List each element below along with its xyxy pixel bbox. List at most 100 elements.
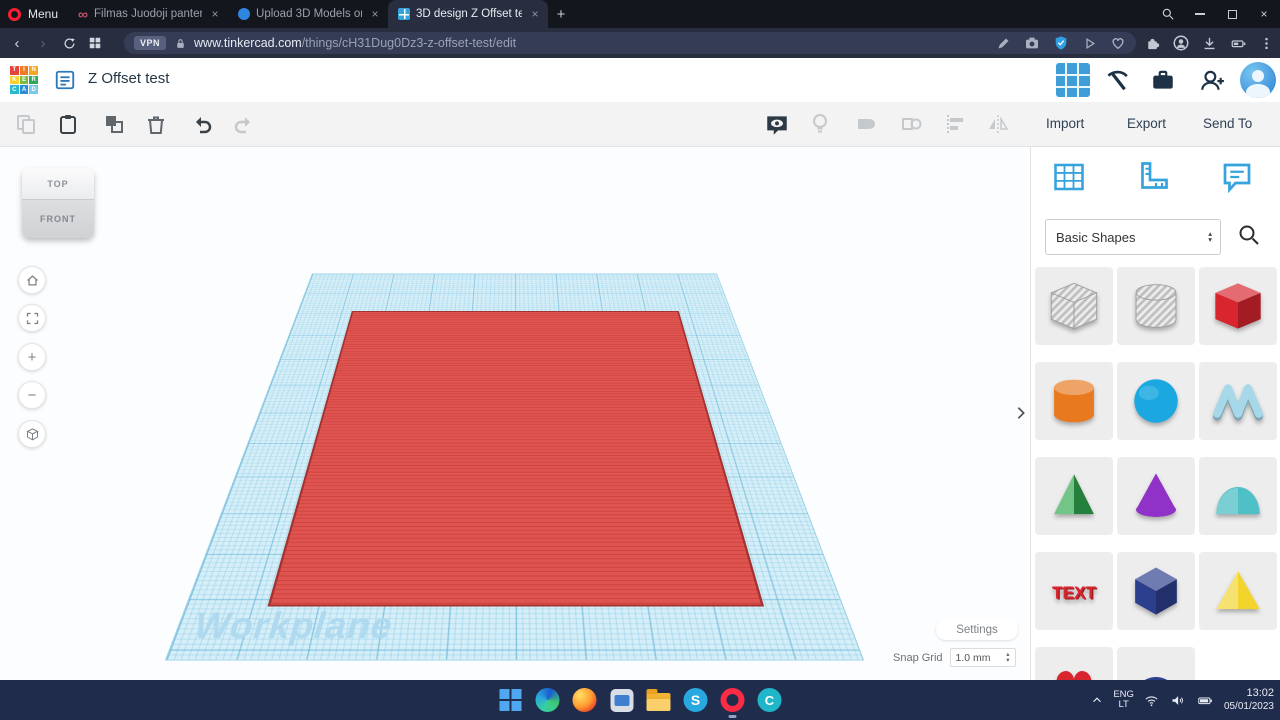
notes-tool-button[interactable] [1219, 159, 1257, 197]
tab-search-button[interactable] [1152, 0, 1184, 28]
shape-tile-sphere[interactable] [1117, 362, 1195, 440]
shape-tile-pyramid[interactable] [1035, 457, 1113, 535]
toolbox-button[interactable] [1150, 67, 1178, 93]
align-button[interactable] [943, 112, 969, 138]
design-properties-button[interactable] [54, 69, 78, 93]
redo-button[interactable] [232, 112, 258, 138]
shape-tile-wedge[interactable] [1199, 552, 1277, 630]
shape-tile-text[interactable]: TEXTTEXT [1035, 552, 1113, 630]
show-all-button[interactable] [764, 112, 790, 138]
speed-dial-button[interactable] [82, 31, 108, 55]
view-cube-front-face[interactable]: FRONT [22, 200, 94, 238]
minimize-button[interactable] [1184, 0, 1216, 28]
tab-1[interactable]: ∞ Filmas Juodoji pantera Onli × [68, 0, 228, 28]
shape-tile-box[interactable] [1199, 267, 1277, 345]
battery-icon[interactable] [1195, 693, 1215, 708]
settings-button[interactable]: Settings [936, 619, 1018, 640]
paste-button[interactable] [56, 112, 82, 138]
tinker-pickaxe-button[interactable] [1104, 67, 1132, 93]
flow-play-icon[interactable] [1082, 36, 1097, 51]
tab-close-button[interactable]: × [528, 7, 542, 21]
send-to-button[interactable]: Send To [1203, 116, 1252, 131]
browser-tab-bar: Menu ∞ Filmas Juodoji pantera Onli × Upl… [0, 0, 1280, 28]
tab-3-active[interactable]: 3D design Z Offset test | Ti × [388, 0, 548, 28]
tab-2[interactable]: Upload 3D Models on Crea × [228, 0, 388, 28]
shape-search-button[interactable] [1237, 223, 1265, 251]
taskbar-clock[interactable]: 13:02 05/01/2023 [1224, 687, 1274, 713]
tinkercad-logo[interactable]: TINKERCAD [10, 66, 38, 94]
volume-icon[interactable] [1169, 693, 1186, 708]
battery-saver-icon[interactable] [1229, 36, 1248, 51]
profile-icon[interactable] [1172, 34, 1190, 52]
ruler-tool-button[interactable] [1135, 159, 1173, 197]
export-button[interactable]: Export [1127, 116, 1166, 131]
new-tab-button[interactable]: + [548, 0, 574, 28]
opera-menu-button[interactable]: Menu [0, 0, 68, 28]
shape-tile-box-hole[interactable] [1035, 267, 1113, 345]
shape-tile-scribble[interactable] [1199, 362, 1277, 440]
delete-button[interactable] [144, 112, 170, 138]
shape-tile-heart[interactable] [1035, 647, 1113, 680]
url-field[interactable]: VPN www.tinkercad.com/things/cH31Dug0Dz3… [124, 32, 1136, 54]
tab-close-button[interactable]: × [208, 7, 222, 21]
tab-close-button[interactable]: × [368, 7, 382, 21]
menu-dots-icon[interactable] [1259, 36, 1274, 51]
taskbar-app-monitor[interactable] [609, 687, 635, 713]
invite-button[interactable] [1198, 67, 1226, 93]
back-button[interactable]: ‹ [4, 31, 30, 55]
shape-tile-polygon[interactable] [1117, 552, 1195, 630]
design-object-red-plate[interactable] [267, 311, 764, 606]
snap-grid-dropdown[interactable]: 1.0 mm ▴▾ [950, 648, 1016, 667]
tray-expand-chevron-icon[interactable] [1090, 693, 1104, 707]
shield-check-icon[interactable] [1053, 35, 1069, 51]
tips-button[interactable] [808, 112, 834, 138]
panel-collapse-button[interactable] [1010, 398, 1032, 428]
shape-category-select[interactable]: Basic Shapes ▴▾ [1045, 219, 1221, 255]
site-info-lock-icon[interactable] [174, 37, 187, 50]
taskbar-app-edge[interactable] [535, 687, 561, 713]
import-button[interactable]: Import [1046, 116, 1084, 131]
shape-tile-cone[interactable] [1117, 457, 1195, 535]
language-switcher[interactable]: ENG LT [1113, 690, 1134, 710]
taskbar-app-capture[interactable]: C [757, 687, 783, 713]
design-title[interactable]: Z Offset test [88, 70, 169, 87]
workplane-tool-button[interactable] [1051, 159, 1089, 197]
taskbar-app-firefox[interactable] [572, 687, 598, 713]
downloads-icon[interactable] [1201, 35, 1218, 52]
snapshot-camera-icon[interactable] [1024, 35, 1040, 51]
start-button[interactable] [498, 687, 524, 713]
shape-tile-half-sphere[interactable] [1117, 647, 1195, 680]
maximize-button[interactable] [1216, 0, 1248, 28]
view-cube-top-face[interactable]: TOP [22, 168, 94, 200]
shape-tile-cylinder-hole[interactable] [1117, 267, 1195, 345]
group-button[interactable] [854, 112, 880, 138]
forward-button[interactable]: › [30, 31, 56, 55]
close-window-button[interactable]: × [1248, 0, 1280, 28]
viewport-3d[interactable]: Workplane TOP FRONT + − Settings Snap Gr… [0, 147, 1030, 680]
shape-tile-cylinder[interactable] [1035, 362, 1113, 440]
perspective-toggle-button[interactable] [18, 420, 46, 448]
avatar-button[interactable] [1240, 62, 1276, 98]
reload-button[interactable] [56, 31, 82, 55]
vpn-badge[interactable]: VPN [134, 36, 166, 50]
view-cube[interactable]: TOP FRONT [22, 168, 94, 238]
extensions-puzzle-icon[interactable] [1144, 35, 1161, 52]
zoom-in-button[interactable]: + [18, 343, 46, 371]
fit-view-button[interactable] [18, 304, 46, 332]
undo-button[interactable] [190, 112, 216, 138]
home-view-button[interactable] [18, 266, 46, 294]
wifi-icon[interactable] [1143, 693, 1160, 708]
workplane-grid[interactable] [165, 274, 865, 661]
duplicate-button[interactable] [102, 112, 128, 138]
shape-tile-round-roof[interactable] [1199, 457, 1277, 535]
zoom-out-button[interactable]: − [18, 381, 46, 409]
taskbar-app-file-explorer[interactable] [646, 687, 672, 713]
taskbar-app-skype[interactable]: S [683, 687, 709, 713]
copy-button[interactable] [14, 112, 40, 138]
edit-pencil-icon[interactable] [996, 36, 1011, 51]
bookmark-heart-icon[interactable] [1110, 35, 1126, 51]
mirror-button[interactable] [986, 112, 1012, 138]
taskbar-app-opera[interactable] [720, 687, 746, 713]
dashboard-grid-button[interactable] [1056, 63, 1090, 97]
ungroup-button[interactable] [899, 112, 925, 138]
